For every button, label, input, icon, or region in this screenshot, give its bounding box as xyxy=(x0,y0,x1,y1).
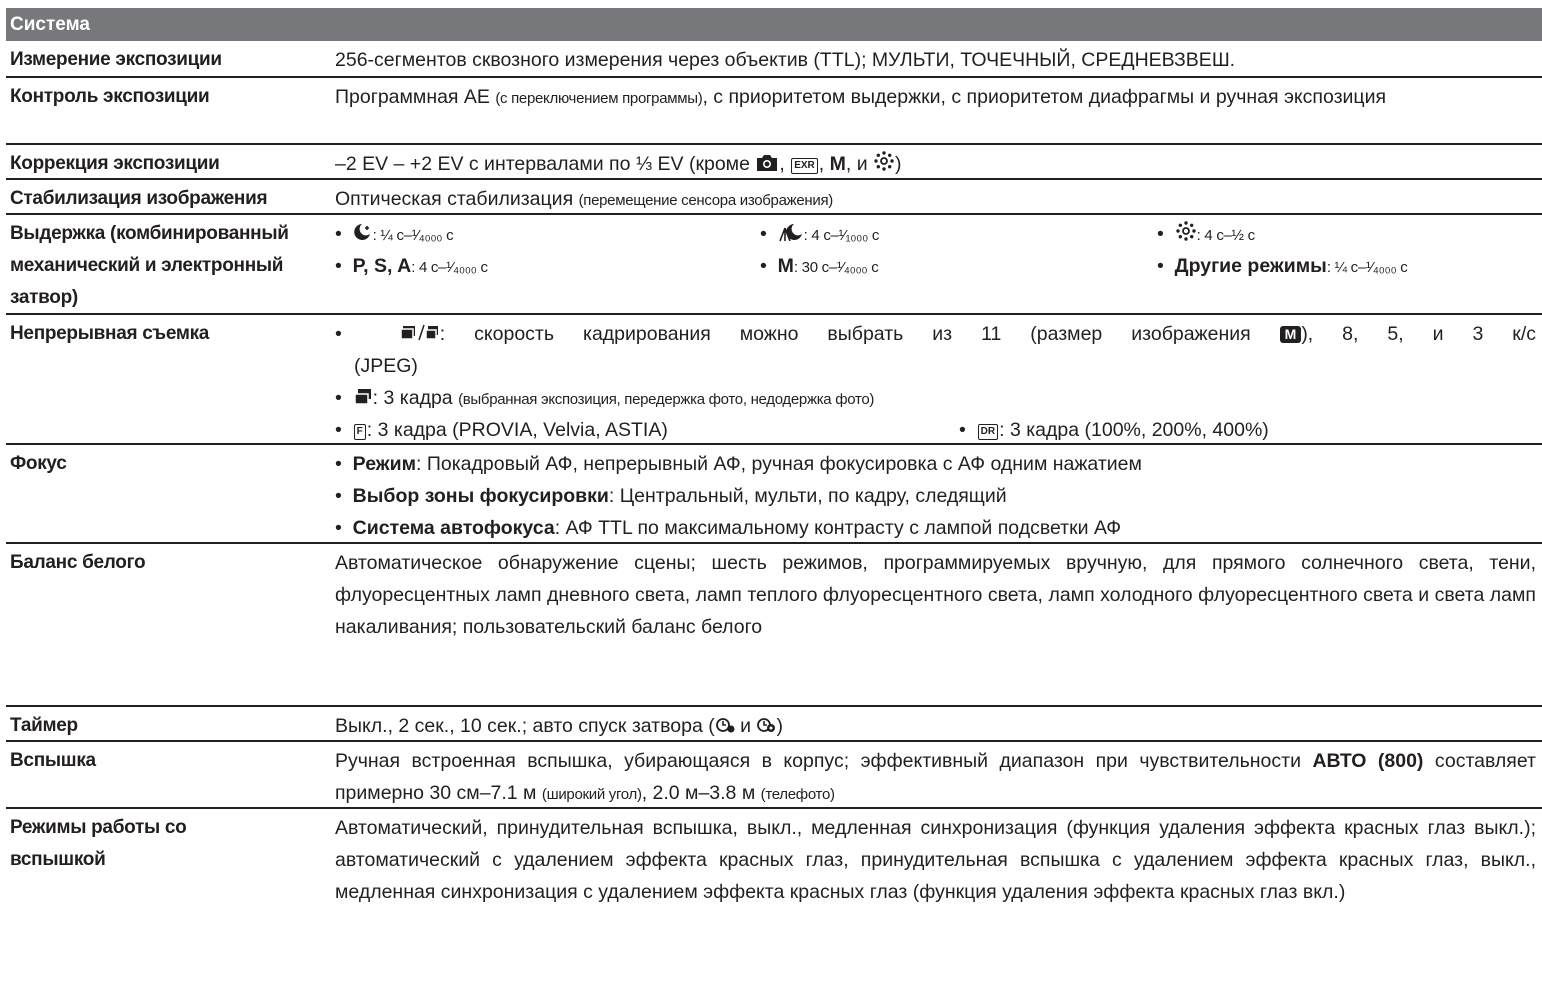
row-label: Измерение экспозиции xyxy=(10,49,222,70)
continuous-icon xyxy=(400,320,440,352)
row-timer: Таймер Выкл., 2 сек., 10 сек.; авто спус… xyxy=(6,705,1542,740)
row-exposure-control: Контроль экспозиции Программная АЕ (с пе… xyxy=(6,76,1542,143)
film-simulation-icon: F xyxy=(353,424,366,440)
dynamic-range-icon: DR xyxy=(977,424,999,440)
image-size-badge: M xyxy=(1279,326,1302,343)
bracketing-icon xyxy=(353,384,373,416)
night-tripod-icon xyxy=(778,220,804,252)
row-exposure-compensation: Коррекция экспозиции –2 EV – +2 EV с инт… xyxy=(6,143,1542,178)
row-label: Стабилизация изображения xyxy=(10,188,268,209)
row-label: Фокус xyxy=(10,453,67,474)
row-label: Баланс белого xyxy=(10,552,146,573)
scene-icon xyxy=(1175,220,1197,252)
spec-table: Система Измерение экспозиции 256-сегмент… xyxy=(6,8,1542,935)
row-value: Автоматический, принудительная вспышка, … xyxy=(335,817,1536,903)
row-shutter-speed: Выдержка (комбинированный механический и… xyxy=(6,213,1542,313)
row-value: Выкл., 2 сек., 10 сек.; авто спуск затво… xyxy=(335,710,1536,744)
row-focus: Фокус • Режим: Покадровый АФ, непрерывны… xyxy=(6,443,1542,542)
row-label: Коррекция экспозиции xyxy=(10,153,220,174)
row-metering: Измерение экспозиции 256-сегментов сквоз… xyxy=(6,41,1542,76)
row-flash-modes: Режимы работы со вспышкой Автоматический… xyxy=(6,807,1542,935)
row-label: Режимы работы со вспышкой xyxy=(10,817,187,870)
row-continuous: Непрерывная съемка • : скорость кадриров… xyxy=(6,313,1542,443)
row-label: Таймер xyxy=(10,715,78,736)
row-value: Программная АЕ (с переключением программ… xyxy=(335,86,1387,108)
row-value: Автоматическое обнаружение сцены; шесть … xyxy=(335,552,1536,638)
row-value: 256-сегментов сквозного измерения через … xyxy=(335,49,1236,71)
row-label: Выдержка (комбинированный механический и… xyxy=(10,223,289,308)
night-icon xyxy=(353,220,373,252)
row-value: Ручная встроенная вспышка, убирающаяся в… xyxy=(335,750,1536,804)
row-label: Контроль экспозиции xyxy=(10,86,210,107)
row-white-balance: Баланс белого Автоматическое обнаружение… xyxy=(6,542,1542,705)
row-value: Оптическая стабилизация (перемещение сен… xyxy=(335,188,834,210)
exr-auto-icon: EXR xyxy=(791,158,818,174)
section-header: Система xyxy=(6,8,1542,41)
row-stabilization: Стабилизация изображения Оптическая стаб… xyxy=(6,178,1542,213)
row-flash: Вспышка Ручная встроенная вспышка, убира… xyxy=(6,740,1542,807)
row-label: Вспышка xyxy=(10,750,96,771)
row-value: –2 EV – +2 EV с интервалами по ⅓ EV (кро… xyxy=(335,148,1536,182)
row-label: Непрерывная съемка xyxy=(10,323,210,344)
